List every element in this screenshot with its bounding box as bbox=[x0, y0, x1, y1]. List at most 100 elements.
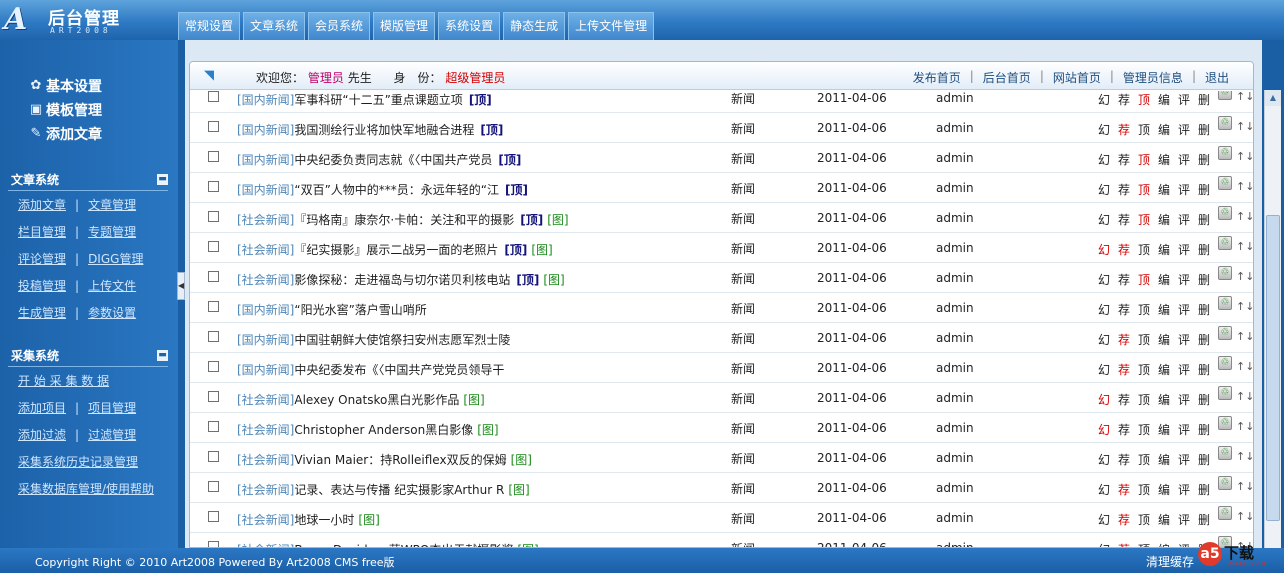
action-delete[interactable]: 删 bbox=[1198, 271, 1218, 288]
scroll-up-arrow-icon[interactable]: ▲ bbox=[1265, 90, 1281, 106]
article-title[interactable]: Vivian Maier：持Rolleiflex双反的保姆 bbox=[294, 453, 506, 467]
article-category[interactable]: [国内新闻] bbox=[237, 153, 294, 167]
action-edit[interactable]: 编 bbox=[1158, 421, 1178, 438]
sort-arrows-icon[interactable]: ↑↓ bbox=[1236, 120, 1253, 133]
action-top[interactable]: 顶 bbox=[1138, 181, 1158, 198]
article-title[interactable]: 中央纪委发布《〈中国共产党党员领导干 bbox=[294, 363, 504, 377]
action-edit[interactable]: 编 bbox=[1158, 151, 1178, 168]
sort-arrows-icon[interactable]: ↑↓ bbox=[1236, 91, 1253, 103]
article-category[interactable]: [社会新闻] bbox=[237, 483, 294, 497]
top-link-5[interactable]: 退出 bbox=[1205, 69, 1229, 86]
clear-cache-link[interactable]: 清理缓存 bbox=[1146, 553, 1194, 570]
action-delete[interactable]: 删 bbox=[1198, 421, 1218, 438]
action-comment[interactable]: 评 bbox=[1178, 331, 1198, 348]
recycle-bin-icon[interactable]: ♲ bbox=[1218, 416, 1232, 430]
tab-1[interactable]: 常规设置 bbox=[178, 12, 241, 40]
article-category[interactable]: [国内新闻] bbox=[237, 363, 294, 377]
action-recommend[interactable]: 荐 bbox=[1118, 541, 1138, 547]
article-category[interactable]: [国内新闻] bbox=[237, 123, 294, 137]
article-title[interactable]: “阳光水窖”落户雪山哨所 bbox=[294, 303, 426, 317]
sidebar-link[interactable]: 添加过滤 bbox=[18, 426, 66, 443]
tab-2[interactable]: 文章系统 bbox=[243, 12, 306, 40]
recycle-bin-icon[interactable]: ♲ bbox=[1218, 356, 1232, 370]
action-slide[interactable]: 幻 bbox=[1098, 181, 1118, 198]
action-slide[interactable]: 幻 bbox=[1098, 151, 1118, 168]
top-flag[interactable]: [顶] bbox=[498, 153, 521, 167]
recycle-bin-icon[interactable]: ♲ bbox=[1218, 296, 1232, 310]
row-checkbox[interactable] bbox=[208, 331, 219, 342]
article-title[interactable]: Christopher Anderson黑白影像 bbox=[294, 423, 473, 437]
action-top[interactable]: 顶 bbox=[1138, 241, 1158, 258]
top-link-1[interactable]: 发布首页 bbox=[913, 69, 961, 86]
action-recommend[interactable]: 荐 bbox=[1118, 121, 1138, 138]
row-checkbox[interactable] bbox=[208, 511, 219, 522]
article-title[interactable]: 地球一小时 bbox=[294, 513, 354, 527]
image-flag[interactable]: [图] bbox=[531, 243, 552, 257]
recycle-bin-icon[interactable]: ♲ bbox=[1218, 236, 1232, 250]
action-top[interactable]: 顶 bbox=[1138, 541, 1158, 547]
sort-arrows-icon[interactable]: ↑↓ bbox=[1236, 330, 1253, 343]
action-top[interactable]: 顶 bbox=[1138, 331, 1158, 348]
action-top[interactable]: 顶 bbox=[1138, 391, 1158, 408]
sort-arrows-icon[interactable]: ↑↓ bbox=[1236, 300, 1253, 313]
sidebar-link[interactable]: 项目管理 bbox=[88, 399, 136, 416]
sort-arrows-icon[interactable]: ↑↓ bbox=[1236, 210, 1253, 223]
article-title[interactable]: 『玛格南』康奈尔·卡帕：关注和平的摄影 bbox=[294, 213, 514, 227]
sort-arrows-icon[interactable]: ↑↓ bbox=[1236, 270, 1253, 283]
action-delete[interactable]: 删 bbox=[1198, 151, 1218, 168]
sidebar-link[interactable]: 添加文章 bbox=[18, 196, 66, 213]
action-recommend[interactable]: 荐 bbox=[1118, 451, 1138, 468]
tab-3[interactable]: 会员系统 bbox=[308, 12, 371, 40]
row-checkbox[interactable] bbox=[208, 391, 219, 402]
article-category[interactable]: [社会新闻] bbox=[237, 273, 294, 287]
action-slide[interactable]: 幻 bbox=[1098, 361, 1118, 378]
action-edit[interactable]: 编 bbox=[1158, 541, 1178, 547]
sidebar-link[interactable]: 专题管理 bbox=[88, 223, 136, 240]
action-delete[interactable]: 删 bbox=[1198, 451, 1218, 468]
image-flag[interactable]: [图] bbox=[508, 483, 529, 497]
action-slide[interactable]: 幻 bbox=[1098, 511, 1118, 528]
action-delete[interactable]: 删 bbox=[1198, 91, 1218, 108]
top-flag[interactable]: [顶] bbox=[469, 93, 492, 107]
action-edit[interactable]: 编 bbox=[1158, 391, 1178, 408]
sidebar-link[interactable]: 评论管理 bbox=[18, 250, 66, 267]
action-top[interactable]: 顶 bbox=[1138, 121, 1158, 138]
action-top[interactable]: 顶 bbox=[1138, 421, 1158, 438]
tab-7[interactable]: 上传文件管理 bbox=[568, 12, 655, 40]
action-recommend[interactable]: 荐 bbox=[1118, 241, 1138, 258]
article-title[interactable]: 影像探秘：走进福岛与切尔诺贝利核电站 bbox=[294, 273, 510, 287]
action-delete[interactable]: 删 bbox=[1198, 121, 1218, 138]
action-slide[interactable]: 幻 bbox=[1098, 391, 1118, 408]
quick-link-3[interactable]: ✎ 添加文章 bbox=[28, 122, 168, 146]
article-category[interactable]: [社会新闻] bbox=[237, 453, 294, 467]
action-comment[interactable]: 评 bbox=[1178, 151, 1198, 168]
action-slide[interactable]: 幻 bbox=[1098, 91, 1118, 108]
recycle-bin-icon[interactable]: ♲ bbox=[1218, 206, 1232, 220]
recycle-bin-icon[interactable]: ♲ bbox=[1218, 386, 1232, 400]
sidebar-collapse-toggle[interactable]: ◀ bbox=[177, 272, 185, 300]
article-category[interactable]: [国内新闻] bbox=[237, 333, 294, 347]
article-category[interactable]: [国内新闻] bbox=[237, 93, 294, 107]
sidebar-link[interactable]: 过滤管理 bbox=[88, 426, 136, 443]
action-delete[interactable]: 删 bbox=[1198, 301, 1218, 318]
article-title[interactable]: “双百”人物中的***员：永远年轻的“江 bbox=[294, 183, 499, 197]
tab-4[interactable]: 模版管理 bbox=[373, 12, 436, 40]
sort-arrows-icon[interactable]: ↑↓ bbox=[1236, 450, 1253, 463]
row-checkbox[interactable] bbox=[208, 151, 219, 162]
article-title[interactable]: Alexey Onatsko黑白光影作品 bbox=[294, 393, 459, 407]
sidebar-link[interactable]: 采集系统历史记录管理 bbox=[18, 453, 138, 470]
action-comment[interactable]: 评 bbox=[1178, 511, 1198, 528]
action-comment[interactable]: 评 bbox=[1178, 481, 1198, 498]
action-top[interactable]: 顶 bbox=[1138, 481, 1158, 498]
action-slide[interactable]: 幻 bbox=[1098, 301, 1118, 318]
page-scrollbar[interactable]: ▲ bbox=[1264, 90, 1281, 548]
action-slide[interactable]: 幻 bbox=[1098, 451, 1118, 468]
action-top[interactable]: 顶 bbox=[1138, 361, 1158, 378]
action-edit[interactable]: 编 bbox=[1158, 211, 1178, 228]
action-comment[interactable]: 评 bbox=[1178, 91, 1198, 108]
recycle-bin-icon[interactable]: ♲ bbox=[1218, 266, 1232, 280]
action-comment[interactable]: 评 bbox=[1178, 361, 1198, 378]
action-comment[interactable]: 评 bbox=[1178, 241, 1198, 258]
action-edit[interactable]: 编 bbox=[1158, 271, 1178, 288]
action-slide[interactable]: 幻 bbox=[1098, 121, 1118, 138]
